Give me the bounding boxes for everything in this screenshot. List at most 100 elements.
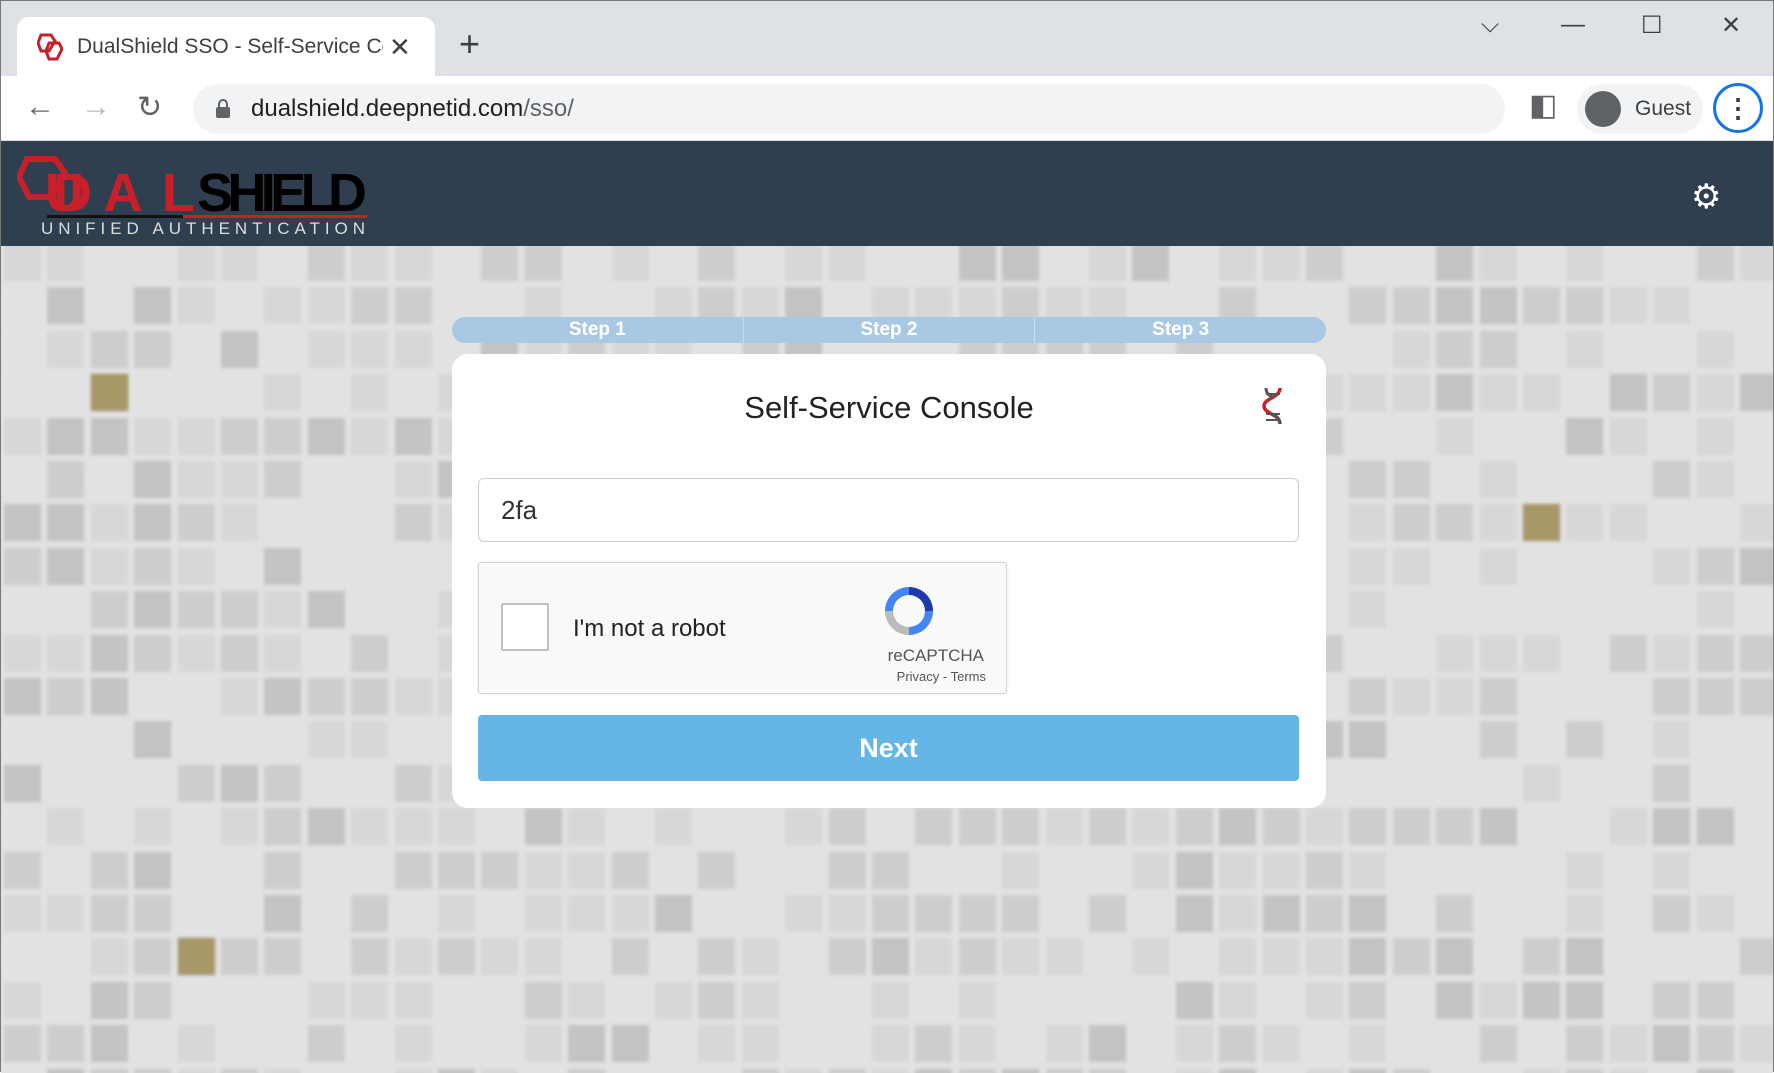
background-tile [1566,851,1604,889]
tab-search-icon[interactable]: ⌵ [1481,11,1499,39]
recaptcha-widget: I'm not a robot reCAPTCHA Privacy - Term… [478,562,1007,694]
background-tile [524,895,562,932]
reload-icon[interactable]: ↻ [137,90,162,125]
background-tile [1740,417,1773,455]
background-tile [1392,504,1430,542]
background-tile [1089,895,1126,932]
forward-icon[interactable]: → [81,90,111,124]
background-tile [1349,764,1387,802]
background-tile [1653,938,1691,976]
background-tile [1262,981,1300,1019]
browser-tab[interactable]: DualShield SSO - Self-Service Console ✕ [17,17,435,77]
background-tile [741,1025,779,1063]
background-tile [1349,808,1387,846]
address-bar[interactable]: dualshield.deepnetid.com/sso/ [193,84,1505,134]
background-tile [134,1068,172,1073]
background-tile [221,1025,258,1063]
background-tile [1436,287,1474,325]
background-tile [828,1068,866,1073]
background-tile [1609,591,1647,629]
maximize-icon[interactable]: ☐ [1641,11,1663,40]
back-icon[interactable]: ← [25,90,55,124]
background-tile [47,895,85,932]
background-tile [1740,938,1773,976]
background-tile [568,1068,606,1073]
background-tile [134,764,172,802]
background-tile [1089,851,1126,889]
background-tile [221,895,258,932]
profile-button[interactable]: Guest [1577,84,1703,134]
close-tab-icon[interactable]: ✕ [389,32,411,63]
background-tile [438,1025,475,1063]
background-tile [741,808,779,846]
background-tile [1219,851,1257,889]
background-tile [394,938,432,976]
browser-menu-icon[interactable]: ⋮ [1713,83,1763,133]
recaptcha-checkbox[interactable] [501,603,549,651]
background-tile [1479,246,1517,281]
new-tab-icon[interactable]: + [459,23,480,65]
background-tile [481,895,519,932]
background-tile [1566,591,1604,629]
background-tile [47,808,85,846]
background-tile [307,417,345,455]
minimize-icon[interactable]: — [1561,11,1585,39]
background-tile [1696,547,1734,585]
background-tile [1479,330,1517,368]
next-button[interactable]: Next [478,715,1299,781]
background-tile [1089,1068,1126,1073]
background-tile [1392,330,1430,368]
close-window-icon[interactable]: ✕ [1721,11,1741,40]
background-tile [1436,634,1474,672]
privacy-link[interactable]: Privacy [897,669,940,684]
background-tile [1306,1025,1343,1063]
background-tile [1740,678,1773,715]
background-tile [1566,504,1604,542]
background-tile [1653,287,1691,325]
background-tile [1219,981,1257,1019]
background-tile [134,851,172,889]
dualshield-logo: UAL D SHIELD UNIFIED AUTHENTICATION [17,156,367,235]
background-tile [698,808,736,846]
background-tile [1609,246,1647,281]
background-tile [1740,374,1773,412]
background-tile [394,417,432,455]
background-tile [1436,504,1474,542]
background-tile [134,417,172,455]
background-tile [1436,1068,1474,1073]
background-tile [90,1068,128,1073]
background-tile [1132,938,1170,976]
background-tile [1045,938,1083,976]
background-tile [134,504,172,542]
background-tile [307,981,345,1019]
background-tile [1740,504,1773,542]
background-tile [1349,461,1387,498]
background-tile [1392,547,1430,585]
background-tile [1609,374,1647,412]
background-tile [1696,634,1734,672]
background-tile [1089,808,1126,846]
background-tile [177,981,215,1019]
background-tile [264,634,302,672]
background-tile [221,808,258,846]
background-tile [1132,981,1170,1019]
background-tile [872,981,909,1019]
background-tile [1436,246,1474,281]
background-tile-accent [177,938,215,976]
background-tile [47,547,85,585]
background-tile [1653,547,1691,585]
background-tile [1523,634,1560,672]
settings-gear-icon[interactable]: ⚙ [1691,177,1721,217]
background-tile [1523,981,1560,1019]
background-tile [828,808,866,846]
background-tile [1349,374,1387,412]
terms-link[interactable]: Terms [951,669,986,684]
background-tile [394,547,432,585]
username-input[interactable] [478,478,1299,542]
background-tile [134,1025,172,1063]
background-tile [1045,1025,1083,1063]
background-tile [1349,938,1387,976]
side-panel-icon[interactable]: ◧ [1529,88,1557,123]
background-tile [1609,1025,1647,1063]
background-tile [1392,1025,1430,1063]
